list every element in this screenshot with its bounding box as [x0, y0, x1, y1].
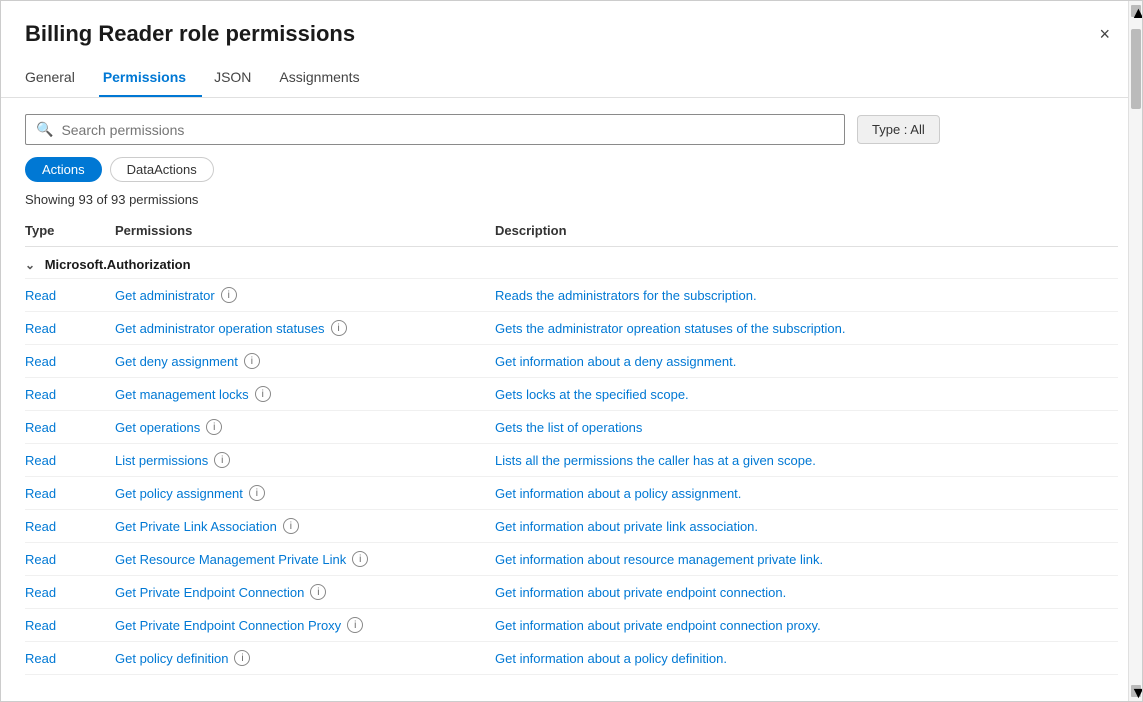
type-badge[interactable]: Type : All [857, 115, 940, 144]
type-link[interactable]: Read [25, 420, 56, 435]
search-input[interactable] [61, 122, 834, 138]
type-link[interactable]: Read [25, 354, 56, 369]
type-link[interactable]: Read [25, 387, 56, 402]
perm-link[interactable]: Get Private Endpoint Connection Proxy [115, 618, 341, 633]
info-icon[interactable]: i [214, 452, 230, 468]
filter-row: Actions DataActions [25, 157, 1118, 182]
table-row: Read Get administrator operation statuse… [25, 312, 1118, 345]
table-row: Read Get administrator i Reads the admini… [25, 279, 1118, 312]
showing-text: Showing 93 of 93 permissions [25, 192, 1118, 207]
type-link[interactable]: Read [25, 321, 56, 336]
table-row: Read Get management locks i Gets locks at… [25, 378, 1118, 411]
desc-cell: Gets the list of operations [495, 420, 642, 435]
col-header-permissions: Permissions [115, 215, 495, 247]
desc-cell: Get information about a policy assignmen… [495, 486, 741, 501]
desc-cell: Lists all the permissions the caller has… [495, 453, 816, 468]
perm-link[interactable]: Get Private Endpoint Connection [115, 585, 304, 600]
desc-cell: Reads the administrators for the subscri… [495, 288, 757, 303]
permissions-table: Type Permissions Description ⌄ Microsoft… [25, 215, 1118, 675]
desc-cell: Get information about private endpoint c… [495, 585, 786, 600]
perm-link[interactable]: Get administrator [115, 288, 215, 303]
table-container[interactable]: Type Permissions Description ⌄ Microsoft… [25, 215, 1118, 701]
table-row: Read Get deny assignment i Get informatio… [25, 345, 1118, 378]
info-icon[interactable]: i [221, 287, 237, 303]
group-row-authorization: ⌄ Microsoft.Authorization [25, 247, 1118, 279]
info-icon[interactable]: i [255, 386, 271, 402]
perm-link[interactable]: Get administrator operation statuses [115, 321, 325, 336]
info-icon[interactable]: i [249, 485, 265, 501]
type-link[interactable]: Read [25, 552, 56, 567]
desc-cell: Get information about private endpoint c… [495, 618, 821, 633]
table-row: Read Get policy assignment i Get informat… [25, 477, 1118, 510]
tab-general[interactable]: General [25, 59, 91, 97]
search-box: 🔍 [25, 114, 845, 145]
type-link[interactable]: Read [25, 618, 56, 633]
type-link[interactable]: Read [25, 486, 56, 501]
info-icon[interactable]: i [234, 650, 250, 666]
desc-cell: Get information about a deny assignment. [495, 354, 736, 369]
type-link[interactable]: Read [25, 585, 56, 600]
desc-cell: Get information about private link assoc… [495, 519, 758, 534]
type-link[interactable]: Read [25, 651, 56, 666]
col-header-description: Description [495, 215, 1118, 247]
info-icon[interactable]: i [244, 353, 260, 369]
info-icon[interactable]: i [331, 320, 347, 336]
perm-link[interactable]: Get operations [115, 420, 200, 435]
perm-link[interactable]: Get Private Link Association [115, 519, 277, 534]
info-icon[interactable]: i [347, 617, 363, 633]
info-icon[interactable]: i [206, 419, 222, 435]
scroll-thumb[interactable] [1131, 29, 1141, 109]
collapse-icon[interactable]: ⌄ [25, 258, 35, 272]
tab-assignments[interactable]: Assignments [275, 59, 375, 97]
search-icon: 🔍 [36, 121, 53, 138]
scroll-arrow-down[interactable]: ▼ [1131, 685, 1141, 697]
search-row: 🔍 Type : All [25, 114, 1118, 145]
table-row: Read Get Private Endpoint Connection Pro… [25, 609, 1118, 642]
filter-dataactions[interactable]: DataActions [110, 157, 214, 182]
table-row: Read Get Private Endpoint Connection i Ge… [25, 576, 1118, 609]
perm-link[interactable]: Get Resource Management Private Link [115, 552, 346, 567]
table-row: Read Get Private Link Association i Get i… [25, 510, 1118, 543]
filter-actions[interactable]: Actions [25, 157, 102, 182]
type-link[interactable]: Read [25, 519, 56, 534]
table-row: Read Get operations i Gets the list of op… [25, 411, 1118, 444]
type-link[interactable]: Read [25, 288, 56, 303]
dialog: Billing Reader role permissions × Genera… [0, 0, 1143, 702]
info-icon[interactable]: i [283, 518, 299, 534]
dialog-header: Billing Reader role permissions × [1, 1, 1142, 59]
tab-permissions[interactable]: Permissions [99, 59, 202, 97]
perm-link[interactable]: Get policy assignment [115, 486, 243, 501]
main-content: 🔍 Type : All Actions DataActions Showing… [1, 98, 1142, 701]
col-header-type: Type [25, 215, 115, 247]
perm-link[interactable]: Get deny assignment [115, 354, 238, 369]
table-row: Read List permissions i Lists all the per… [25, 444, 1118, 477]
desc-cell: Get information about resource managemen… [495, 552, 823, 567]
perm-link[interactable]: Get management locks [115, 387, 249, 402]
scroll-arrow-up[interactable]: ▲ [1131, 5, 1141, 17]
group-label: Microsoft.Authorization [45, 257, 191, 272]
table-row: Read Get policy definition i Get informat… [25, 642, 1118, 675]
tab-bar: General Permissions JSON Assignments [1, 59, 1142, 98]
info-icon[interactable]: i [310, 584, 326, 600]
scrollbar-track[interactable]: ▲ ▼ [1128, 1, 1142, 701]
perm-link[interactable]: Get policy definition [115, 651, 228, 666]
type-link[interactable]: Read [25, 453, 56, 468]
dialog-title: Billing Reader role permissions [25, 21, 355, 47]
tab-json[interactable]: JSON [210, 59, 267, 97]
desc-cell: Gets locks at the specified scope. [495, 387, 689, 402]
desc-cell: Gets the administrator opreation statuse… [495, 321, 845, 336]
table-row: Read Get Resource Management Private Lin… [25, 543, 1118, 576]
desc-cell: Get information about a policy definitio… [495, 651, 727, 666]
info-icon[interactable]: i [352, 551, 368, 567]
perm-link[interactable]: List permissions [115, 453, 208, 468]
close-button[interactable]: × [1091, 21, 1118, 47]
